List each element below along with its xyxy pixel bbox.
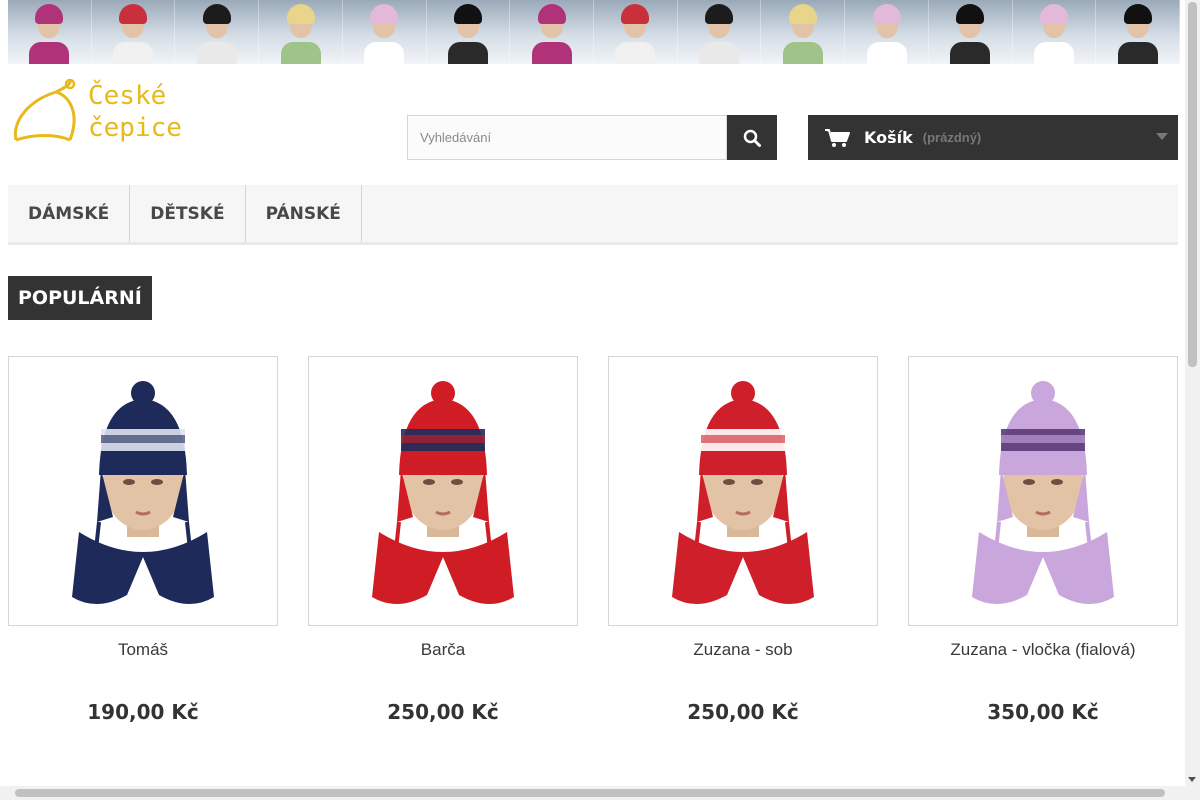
product-price: 250,00 Kč <box>687 700 799 724</box>
logo-text: České čepice <box>88 81 182 143</box>
banner-photo <box>426 0 511 64</box>
product-image[interactable] <box>8 356 278 626</box>
horizontal-scrollbar[interactable] <box>0 786 1185 800</box>
product-image[interactable] <box>608 356 878 626</box>
product-image[interactable] <box>908 356 1178 626</box>
cart-label: Košík <box>864 128 913 147</box>
product-name[interactable]: Tomáš <box>8 640 278 660</box>
banner-photo <box>928 0 1013 64</box>
banner-photo <box>677 0 762 64</box>
banner-photo <box>175 0 260 64</box>
banner-photo <box>594 0 678 64</box>
product-name[interactable]: Zuzana - sob <box>608 640 878 660</box>
banner-photo <box>510 0 595 64</box>
cart-status: (prázdný) <box>922 130 982 145</box>
banner-photo <box>1012 0 1097 64</box>
product-card: Tomáš 190,00 Kč <box>8 356 278 736</box>
product-photo <box>909 357 1177 625</box>
search-icon <box>743 129 761 147</box>
product-image[interactable] <box>308 356 578 626</box>
product-list: Tomáš 190,00 Kč Barča 250,00 Kč Zuzana -… <box>8 356 1178 736</box>
hat-logo-icon <box>13 78 76 142</box>
nav-item-detske[interactable]: DĚTSKÉ <box>130 185 246 242</box>
scroll-down-icon[interactable] <box>1188 777 1196 782</box>
banner-photo <box>761 0 846 64</box>
nav-item-panske[interactable]: PÁNSKÉ <box>246 185 362 242</box>
nav-item-damske[interactable]: DÁMSKÉ <box>8 185 131 242</box>
banner-photo <box>1096 0 1180 64</box>
top-banner <box>8 0 1180 64</box>
product-card: Barča 250,00 Kč <box>308 356 578 736</box>
horizontal-scrollbar-thumb[interactable] <box>15 789 1165 797</box>
logo[interactable]: České čepice <box>8 78 198 150</box>
product-card: Zuzana - vločka (fialová) 350,00 Kč <box>908 356 1178 736</box>
banner-photo <box>845 0 929 64</box>
chevron-down-icon <box>1156 133 1168 140</box>
product-card: Zuzana - sob 250,00 Kč <box>608 356 878 736</box>
search-input[interactable] <box>407 115 727 160</box>
cart-icon <box>825 128 850 147</box>
main-nav: DÁMSKÉ DĚTSKÉ PÁNSKÉ <box>8 185 1178 245</box>
section-title-popular[interactable]: POPULÁRNÍ <box>8 276 152 320</box>
product-photo <box>309 357 577 625</box>
cart-button[interactable]: Košík (prázdný) <box>808 115 1178 160</box>
search-button[interactable] <box>727 115 777 160</box>
product-price: 250,00 Kč <box>387 700 499 724</box>
product-name[interactable]: Barča <box>308 640 578 660</box>
product-photo <box>9 357 277 625</box>
product-name[interactable]: Zuzana - vločka (fialová) <box>908 640 1178 660</box>
banner-photo <box>259 0 343 64</box>
product-price: 350,00 Kč <box>987 700 1099 724</box>
search-form <box>407 115 777 160</box>
banner-photo <box>91 0 176 64</box>
vertical-scrollbar[interactable] <box>1185 0 1200 800</box>
product-price: 190,00 Kč <box>87 700 199 724</box>
product-photo <box>609 357 877 625</box>
vertical-scrollbar-thumb[interactable] <box>1188 2 1197 367</box>
banner-photo <box>342 0 427 64</box>
banner-photo <box>8 0 92 64</box>
